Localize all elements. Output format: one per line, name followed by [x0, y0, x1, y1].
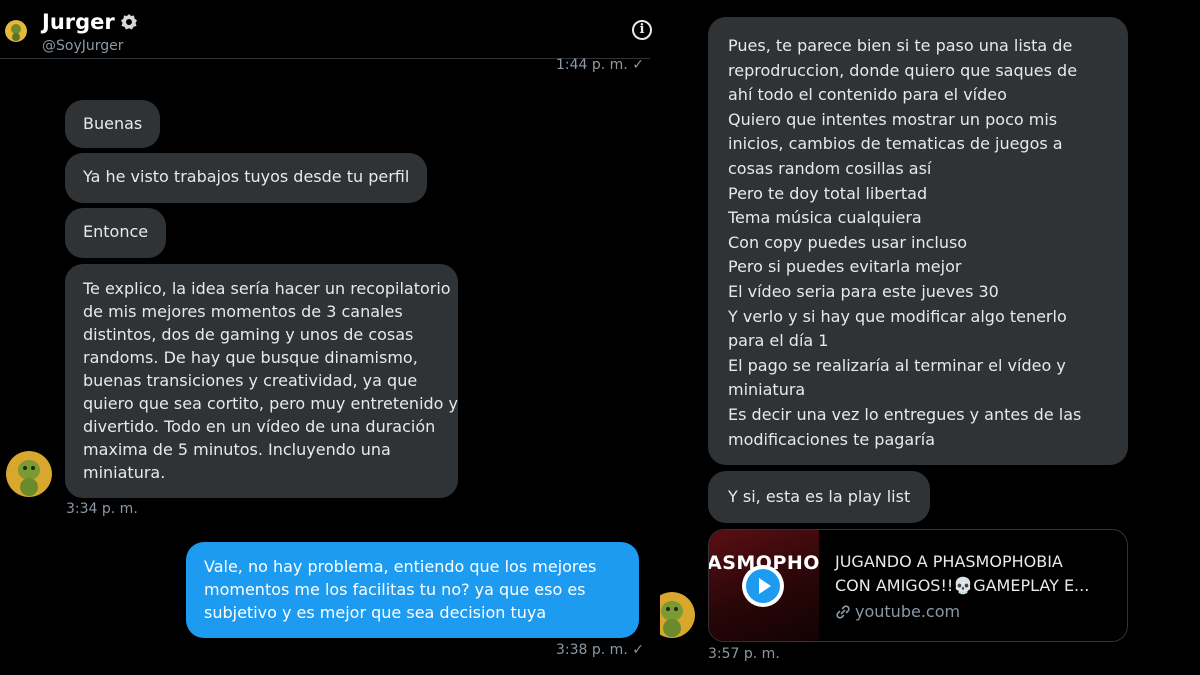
message-line: ahí todo el contenido para el vídeo	[728, 85, 1007, 105]
message-line: El pago se realizaría al terminar el víd…	[728, 355, 1066, 375]
message-line: buenas transiciones y creatividad, ya qu…	[83, 371, 418, 390]
message-line: randoms. De hay que busque dinamismo,	[83, 348, 418, 367]
link-domain: youtube.com	[835, 602, 960, 621]
message-text: Ya he visto trabajos tuyos desde tu perf…	[83, 167, 410, 186]
message-line: Y verlo y si hay que modificar algo tene…	[728, 306, 1067, 326]
contact-avatar[interactable]	[660, 592, 695, 638]
message-line: modificaciones te pagaría	[728, 429, 936, 449]
link-title-line: JUGANDO A PHASMOPHOBIA	[835, 552, 1063, 571]
incoming-message-bubble[interactable]: Ya he visto trabajos tuyos desde tu perf…	[65, 153, 428, 203]
message-line: momentos me los facilitas tu no? ya que …	[204, 580, 586, 599]
message-line: Pues, te parece bien si te paso una list…	[728, 36, 1073, 55]
message-line: El vídeo seria para este jueves 30	[728, 281, 999, 301]
play-icon[interactable]	[742, 565, 784, 607]
message-line: Con copy puedes usar incluso	[728, 232, 968, 252]
message-line: miniatura	[728, 380, 806, 400]
message-text: Entonce	[83, 222, 149, 241]
header-avatar[interactable]	[5, 20, 27, 42]
message-line: inicios, cambios de tematicas de juegos …	[728, 134, 1063, 154]
message-line: Vale, no hay problema, entiendo que los …	[204, 557, 597, 576]
message-text: Buenas	[83, 114, 143, 133]
message-line: miniatura.	[83, 463, 166, 482]
conversation-left-panel: Jurger @SoyJurger i 1:44 p. m. ✓ Buenas …	[0, 0, 660, 675]
incoming-message-bubble[interactable]: Pues, te parece bien si te paso una list…	[708, 17, 1128, 465]
message-line: subjetivo y es mejor que sea decision tu…	[204, 603, 547, 622]
contact-name[interactable]: Jurger	[42, 10, 115, 34]
incoming-message-bubble[interactable]: Te explico, la idea sería hacer un recop…	[65, 264, 458, 498]
video-thumbnail[interactable]: ASMOPHO	[709, 530, 819, 641]
link-preview-card[interactable]: ASMOPHO JUGANDO A PHASMOPHOBIA CON AMIGO…	[708, 529, 1128, 642]
message-line: cosas random cosillas así	[728, 158, 932, 178]
message-line: quiero que sea cortito, pero muy entrete…	[83, 394, 459, 413]
message-timestamp: 3:38 p. m. ✓	[556, 642, 644, 658]
message-line: reprodruccion, donde quiero que saques d…	[728, 60, 1078, 80]
message-line: Pero te doy total libertad	[728, 183, 928, 203]
incoming-message-bubble[interactable]: Buenas	[65, 100, 161, 148]
message-line: Pero si puedes evitarla mejor	[728, 257, 962, 277]
message-line: Te explico, la idea sería hacer un recop…	[83, 279, 451, 298]
outgoing-message-bubble[interactable]: Vale, no hay problema, entiendo que los …	[186, 542, 639, 638]
verified-badge-icon	[120, 13, 138, 31]
message-line: distintos, dos de gaming y unos de cosas	[83, 325, 414, 344]
header-divider	[0, 58, 650, 59]
message-line: maxima de 5 minutos. Incluyendo una	[83, 440, 391, 459]
conversation-right-panel: Pues, te parece bien si te paso una list…	[660, 0, 1200, 675]
link-domain-text: youtube.com	[855, 602, 961, 621]
message-line: Tema música cualquiera	[728, 208, 922, 228]
incoming-message-bubble[interactable]: Entonce	[65, 208, 167, 258]
message-line: de mis mejores momentos de 3 canales	[83, 302, 403, 321]
info-icon[interactable]: i	[632, 20, 652, 40]
message-line: para el día 1	[728, 331, 829, 351]
message-timestamp: 3:34 p. m.	[66, 501, 138, 517]
link-title[interactable]: JUGANDO A PHASMOPHOBIA CON AMIGOS!!💀GAME…	[835, 550, 1115, 598]
message-line: Es decir una vez lo entregues y antes de…	[728, 404, 1082, 424]
timestamp-text: 1:44 p. m.	[556, 57, 628, 73]
link-icon	[836, 605, 850, 619]
read-check-icon: ✓	[632, 642, 644, 658]
link-title-line: CON AMIGOS!!💀GAMEPLAY E...	[835, 576, 1090, 595]
incoming-message-bubble[interactable]: Y si, esta es la play list	[708, 471, 931, 523]
message-timestamp: 3:57 p. m.	[708, 646, 780, 662]
timestamp-text: 3:38 p. m.	[556, 642, 628, 658]
message-line: Quiero que intentes mostrar un poco mis	[728, 109, 1058, 129]
contact-avatar[interactable]	[6, 451, 52, 497]
message-timestamp: 1:44 p. m. ✓	[556, 57, 644, 73]
contact-handle: @SoyJurger	[42, 38, 124, 54]
read-check-icon: ✓	[632, 57, 644, 73]
message-line: divertido. Todo en un vídeo de una durac…	[83, 417, 436, 436]
message-text: Y si, esta es la play list	[728, 487, 911, 506]
